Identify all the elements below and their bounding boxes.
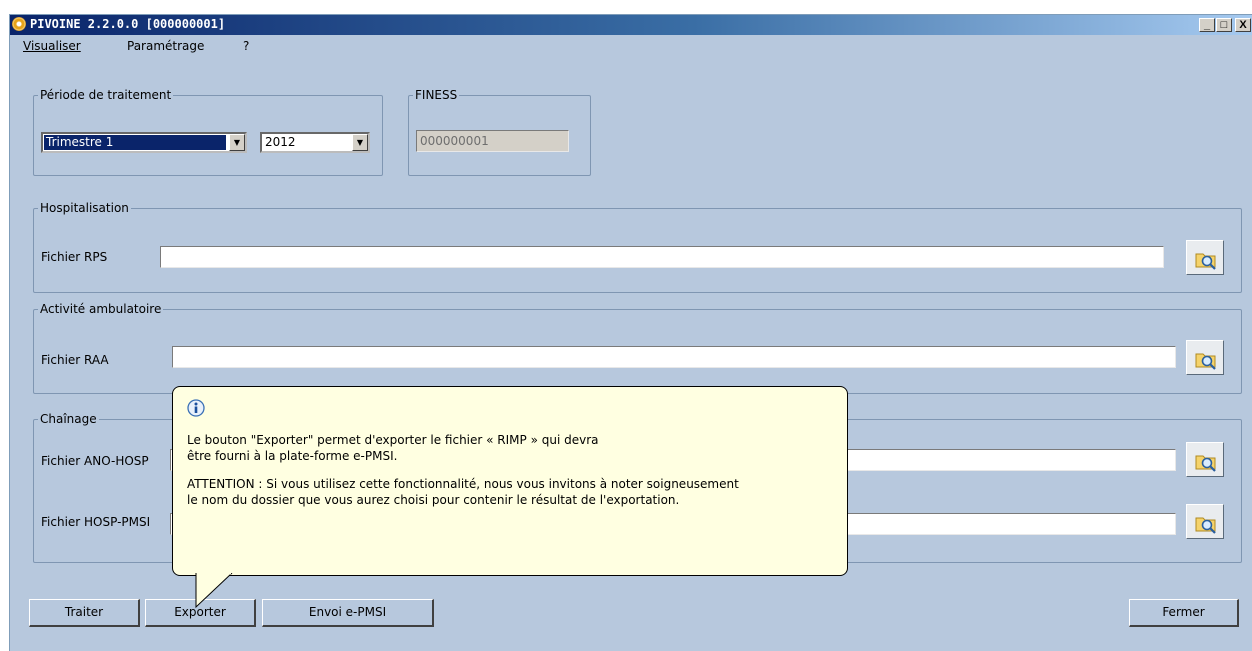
folder-magnifier-icon <box>1195 517 1216 534</box>
tooltip-line-4: le nom du dossier que vous aurez choisi … <box>187 493 680 507</box>
year-select[interactable]: 2012 ▼ <box>260 132 370 153</box>
pivoine-flower-icon <box>12 17 26 31</box>
rps-label: Fichier RPS <box>41 250 108 264</box>
menu-bar: Visualiser Paramétrage ? <box>10 35 1252 57</box>
menu-help[interactable]: ? <box>243 39 249 53</box>
folder-magnifier-icon <box>1195 253 1216 270</box>
finess-legend: FINESS <box>415 88 458 102</box>
tooltip-line-2: être fourni à la plate-forme e-PMSI. <box>187 449 398 463</box>
export-tooltip: Le bouton "Exporter" permet d'exporter l… <box>172 386 848 576</box>
envoi-epmsi-button[interactable]: Envoi e-PMSI <box>262 599 434 627</box>
traiter-button[interactable]: Traiter <box>29 599 140 627</box>
finess-field: 000000001 <box>416 130 569 152</box>
ano-browse-button[interactable] <box>1186 442 1224 477</box>
title-bar[interactable]: PIVOINE 2.2.0.0 [000000001] _ □ X <box>10 15 1252 35</box>
hospitalisation-legend: Hospitalisation <box>40 201 129 215</box>
tooltip-line-1: Le bouton "Exporter" permet d'exporter l… <box>187 433 599 447</box>
quarter-select[interactable]: Trimestre 1 ▼ <box>41 132 247 153</box>
periode-legend: Période de traitement <box>40 88 172 102</box>
raa-browse-button[interactable] <box>1186 340 1224 375</box>
raa-file-input[interactable] <box>172 346 1176 368</box>
raa-label: Fichier RAA <box>41 353 109 367</box>
fermer-button[interactable]: Fermer <box>1129 599 1239 627</box>
main-window: PIVOINE 2.2.0.0 [000000001] _ □ X Visual… <box>9 14 1252 651</box>
rps-browse-button[interactable] <box>1186 240 1224 275</box>
hosp-browse-button[interactable] <box>1186 504 1224 539</box>
tooltip-pointer <box>195 573 233 609</box>
year-value: 2012 <box>265 135 296 149</box>
ano-label: Fichier ANO-HOSP <box>41 454 149 468</box>
tooltip-line-3: ATTENTION : Si vous utilisez cette fonct… <box>187 477 739 491</box>
menu-parametrage[interactable]: Paramétrage <box>127 39 204 53</box>
rps-file-input[interactable] <box>160 246 1164 268</box>
hosp-label: Fichier HOSP-PMSI <box>41 515 151 529</box>
ambulatoire-legend: Activité ambulatoire <box>40 302 162 316</box>
minimize-button[interactable]: _ <box>1199 18 1215 32</box>
chainage-legend: Chaînage <box>40 412 97 426</box>
folder-magnifier-icon <box>1195 455 1216 472</box>
close-button[interactable]: X <box>1235 18 1251 32</box>
folder-magnifier-icon <box>1195 353 1216 370</box>
info-icon <box>187 399 205 417</box>
menu-visualiser[interactable]: Visualiser <box>23 39 81 53</box>
quarter-value: Trimestre 1 <box>44 135 226 150</box>
chevron-down-icon[interactable]: ▼ <box>229 134 245 151</box>
maximize-button[interactable]: □ <box>1216 18 1232 32</box>
window-title: PIVOINE 2.2.0.0 [000000001] <box>30 17 226 31</box>
chevron-down-icon[interactable]: ▼ <box>352 134 368 151</box>
